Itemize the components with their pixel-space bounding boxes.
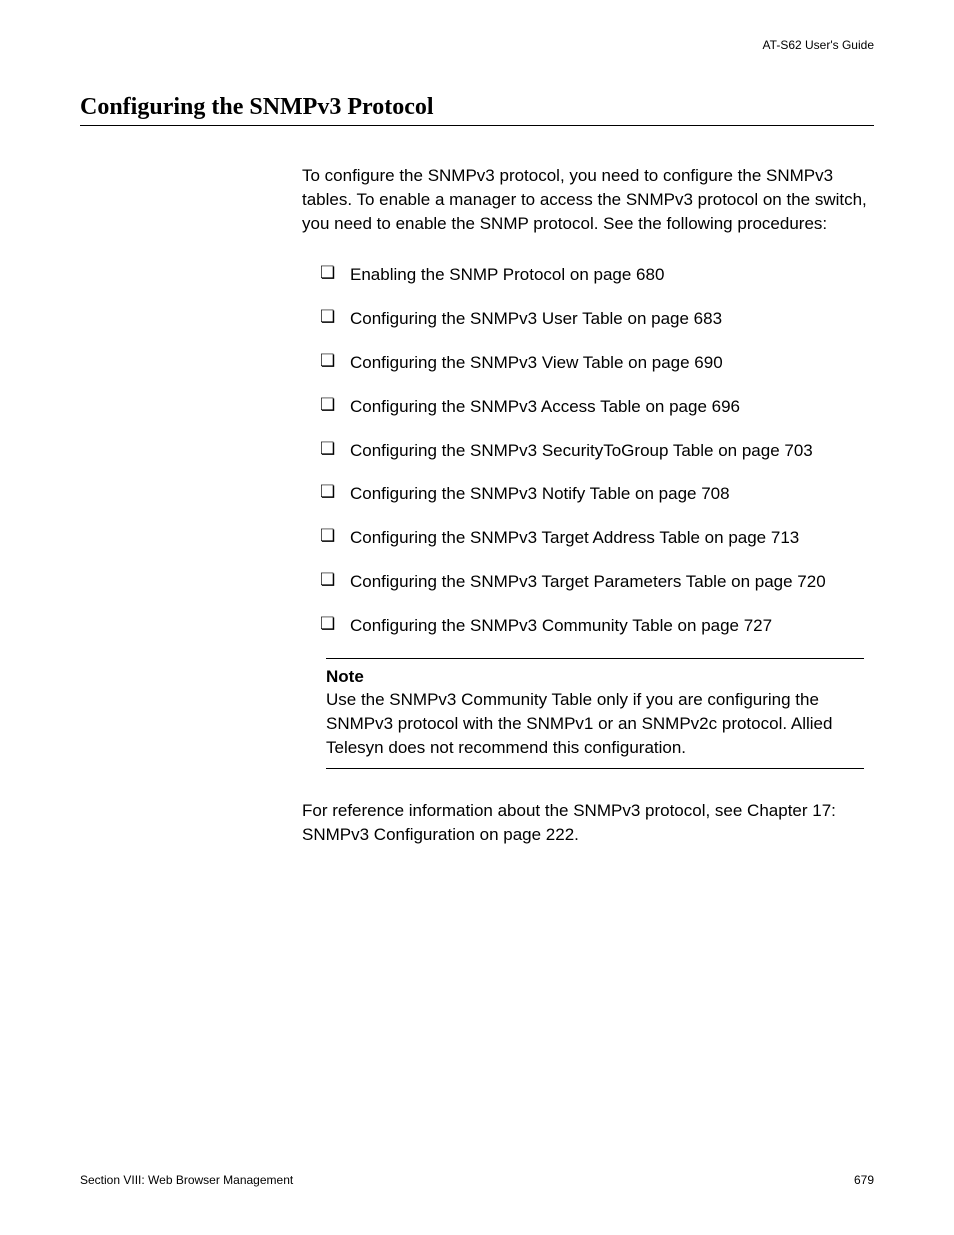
footer-section: Section VIII: Web Browser Management [80,1173,293,1187]
list-item: ❏ Configuring the SNMPv3 Access Table on … [320,395,874,419]
note-block: Note Use the SNMPv3 Community Table only… [326,658,864,769]
page-title: Configuring the SNMPv3 Protocol [80,94,874,126]
list-item-text: Configuring the SNMPv3 Community Table o… [350,616,772,635]
list-item-text: Configuring the SNMPv3 Access Table on p… [350,397,740,416]
list-item-text: Configuring the SNMPv3 Notify Table on p… [350,484,730,503]
list-item: ❏ Enabling the SNMP Protocol on page 680 [320,263,874,287]
checkbox-icon: ❏ [320,440,335,457]
intro-paragraph: To configure the SNMPv3 protocol, you ne… [302,164,874,235]
checkbox-icon: ❏ [320,483,335,500]
main-content: To configure the SNMPv3 protocol, you ne… [302,164,874,846]
list-item: ❏ Configuring the SNMPv3 User Table on pa… [320,307,874,331]
list-item-text: Configuring the SNMPv3 User Table on pag… [350,309,722,328]
list-item: ❏ Configuring the SNMPv3 Community Table … [320,614,874,638]
procedure-list: ❏Enabling the SNMP Protocol on page 680 … [302,263,874,637]
list-item-text: Configuring the SNMPv3 Target Address Ta… [350,528,799,547]
reference-paragraph: For reference information about the SNMP… [302,799,874,847]
checkbox-icon: ❏ [320,264,335,281]
list-item: ❏ Configuring the SNMPv3 Target Address T… [320,526,874,550]
checkbox-icon: ❏ [320,615,335,632]
checkbox-icon: ❏ [320,527,335,544]
checkbox-icon: ❏ [320,571,335,588]
page-footer: Section VIII: Web Browser Management 679 [80,1173,874,1187]
checkbox-icon: ❏ [320,352,335,369]
footer-page-number: 679 [854,1173,874,1187]
list-item: ❏ Configuring the SNMPv3 Notify Table on … [320,482,874,506]
checkbox-icon: ❏ [320,396,335,413]
header-guide-title: AT-S62 User's Guide [80,38,874,52]
list-item-text: Configuring the SNMPv3 View Table on pag… [350,353,723,372]
checkbox-icon: ❏ [320,308,335,325]
list-item-text: Configuring the SNMPv3 Target Parameters… [350,572,826,591]
list-item-text: Enabling the SNMP Protocol on page 680 [350,265,664,284]
list-item-text: Configuring the SNMPv3 SecurityToGroup T… [350,441,813,460]
list-item: ❏ Configuring the SNMPv3 Target Parameter… [320,570,874,594]
note-text: Use the SNMPv3 Community Table only if y… [326,688,864,759]
note-label: Note [326,665,864,689]
list-item: ❏ Configuring the SNMPv3 View Table on pa… [320,351,874,375]
list-item: ❏ Configuring the SNMPv3 SecurityToGroup … [320,439,874,463]
